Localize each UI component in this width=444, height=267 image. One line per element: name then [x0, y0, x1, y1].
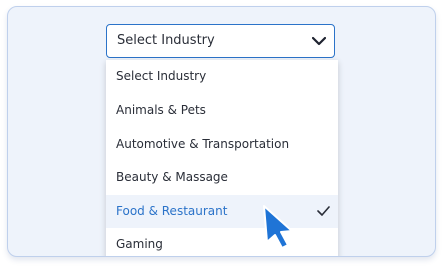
- dropdown-card: Select Industry Select Industry Animals …: [7, 6, 436, 257]
- option-label: Select Industry: [116, 69, 207, 83]
- option-label: Animals & Pets: [116, 103, 206, 117]
- option-label: Gaming: [116, 237, 163, 251]
- option-animals-pets[interactable]: Animals & Pets: [106, 94, 338, 127]
- option-automotive-transportation[interactable]: Automotive & Transportation: [106, 128, 338, 161]
- option-label: Beauty & Massage: [116, 170, 228, 184]
- option-label: Automotive & Transportation: [116, 137, 290, 151]
- option-food-restaurant[interactable]: Food & Restaurant: [106, 195, 338, 228]
- mouse-pointer-icon: [263, 205, 293, 249]
- select-value: Select Industry: [117, 33, 215, 48]
- chevron-down-icon[interactable]: [312, 36, 326, 46]
- industry-options-list: Select Industry Animals & Pets Automotiv…: [106, 60, 338, 256]
- option-gaming[interactable]: Gaming: [106, 228, 338, 256]
- option-label: Food & Restaurant: [116, 204, 228, 218]
- checkmark-icon: [317, 206, 330, 216]
- option-select-industry[interactable]: Select Industry: [106, 60, 338, 93]
- option-beauty-massage[interactable]: Beauty & Massage: [106, 161, 338, 194]
- industry-select[interactable]: Select Industry: [106, 24, 335, 58]
